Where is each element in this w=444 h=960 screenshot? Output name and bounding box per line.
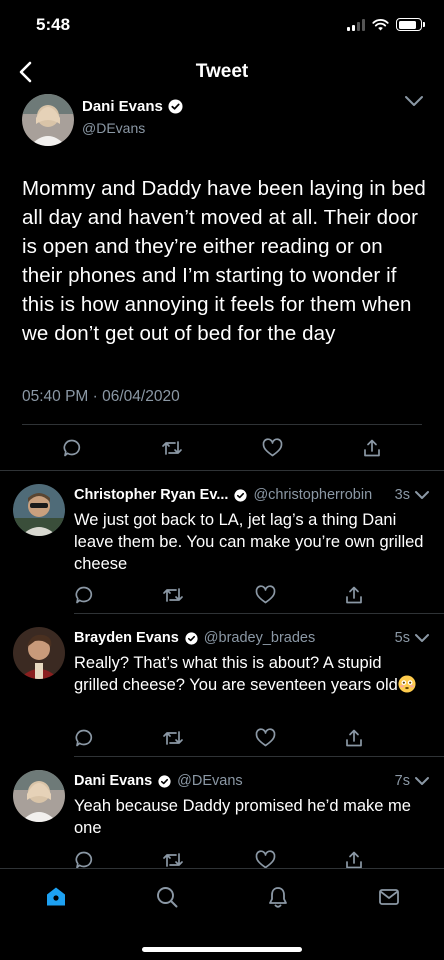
heart-icon [262, 438, 282, 457]
verified-badge-icon [158, 774, 171, 788]
author-name[interactable]: Brayden Evans [74, 630, 179, 646]
verified-badge-icon [185, 631, 198, 645]
reply-button[interactable] [71, 725, 97, 751]
reply-text: Yeah because Daddy promised he’d make me… [74, 797, 411, 837]
heart-icon [255, 585, 275, 604]
reply-icon [75, 729, 93, 747]
chevron-down-icon[interactable] [414, 489, 430, 501]
author-name[interactable]: Dani Evans [74, 773, 152, 789]
reply-age: 7s [394, 773, 410, 789]
retweet-icon [163, 588, 183, 602]
author-handle: @bradey_brades [203, 630, 316, 646]
reply-icon [75, 851, 93, 869]
status-icons [347, 18, 425, 31]
verified-badge-icon [234, 488, 248, 502]
tab-messages[interactable] [375, 883, 403, 911]
reply-text: Really? That’s what this is about? A stu… [74, 652, 424, 696]
status-time: 5:48 [36, 15, 71, 34]
author-name[interactable]: Christopher Ryan Ev... [74, 487, 228, 503]
reply-actions [0, 582, 444, 606]
chevron-down-icon[interactable] [404, 94, 424, 108]
divider [74, 756, 444, 757]
reply-header: Christopher Ryan Ev... @christopherrobin… [74, 487, 430, 503]
page-title: Tweet [195, 61, 249, 82]
battery-icon [396, 18, 425, 31]
share-icon [364, 439, 380, 457]
reply-age: 3s [394, 487, 410, 503]
heart-icon [255, 728, 275, 747]
reply-button[interactable] [59, 435, 85, 461]
reply-actions [0, 725, 444, 749]
tab-notifications[interactable] [264, 883, 292, 911]
home-indicator [142, 947, 302, 952]
like-button[interactable] [252, 582, 278, 608]
heart-icon [255, 850, 275, 869]
reply-header: Brayden Evans @bradey_brades 5s [74, 630, 430, 646]
tweet-timestamp: 05:40 PM · 06/04/2020 [22, 388, 180, 405]
divider [22, 424, 422, 425]
reply-text-content: Really? That’s what this is about? A stu… [74, 654, 398, 694]
retweet-button[interactable] [160, 582, 186, 608]
tab-search[interactable] [153, 883, 181, 911]
flushed-face-emoji [398, 675, 416, 693]
home-icon [47, 887, 65, 906]
reply-header: Dani Evans @DEvans 7s [74, 773, 430, 789]
wifi-icon [372, 19, 389, 31]
reply-age: 5s [394, 630, 410, 646]
reply-text: We just got back to LA, jet lag’s a thin… [74, 511, 424, 573]
author-handle: @DEvans [177, 773, 243, 789]
like-button[interactable] [259, 435, 285, 461]
avatar[interactable] [13, 770, 65, 822]
reply-icon [63, 439, 81, 457]
retweet-button[interactable] [159, 435, 185, 461]
share-icon [346, 851, 362, 869]
share-button[interactable] [341, 582, 367, 608]
status-bar: 5:48 [0, 0, 444, 50]
retweet-icon [162, 441, 182, 455]
tab-bar [0, 868, 444, 960]
tweet-text: Mommy and Daddy have been laying in bed … [22, 177, 426, 345]
author-handle: @christopherrobin [253, 487, 373, 503]
mail-icon [379, 889, 399, 905]
signal-icon [347, 18, 365, 31]
like-button[interactable] [252, 725, 278, 751]
chevron-down-icon[interactable] [414, 632, 430, 644]
reply-icon [75, 586, 93, 604]
tab-home[interactable] [42, 883, 70, 911]
retweet-icon [163, 853, 183, 867]
share-button[interactable] [359, 435, 385, 461]
share-icon [346, 729, 362, 747]
author-name[interactable]: Dani Evans [82, 98, 163, 115]
share-icon [346, 586, 362, 604]
divider [0, 470, 444, 471]
reply-button[interactable] [71, 582, 97, 608]
bell-icon [269, 887, 287, 908]
retweet-icon [163, 731, 183, 745]
author-row: Dani Evans [82, 98, 183, 115]
chevron-down-icon[interactable] [414, 775, 430, 787]
divider [74, 613, 444, 614]
tweet-actions [0, 435, 444, 461]
verified-badge-icon [168, 99, 183, 114]
share-button[interactable] [341, 725, 367, 751]
avatar[interactable] [22, 94, 74, 146]
avatar[interactable] [13, 627, 65, 679]
search-icon [157, 887, 178, 908]
author-handle: @DEvans [82, 120, 146, 136]
battery-level [398, 20, 417, 29]
retweet-button[interactable] [160, 725, 186, 751]
nav-header: Tweet [0, 50, 444, 94]
avatar[interactable] [13, 484, 65, 536]
